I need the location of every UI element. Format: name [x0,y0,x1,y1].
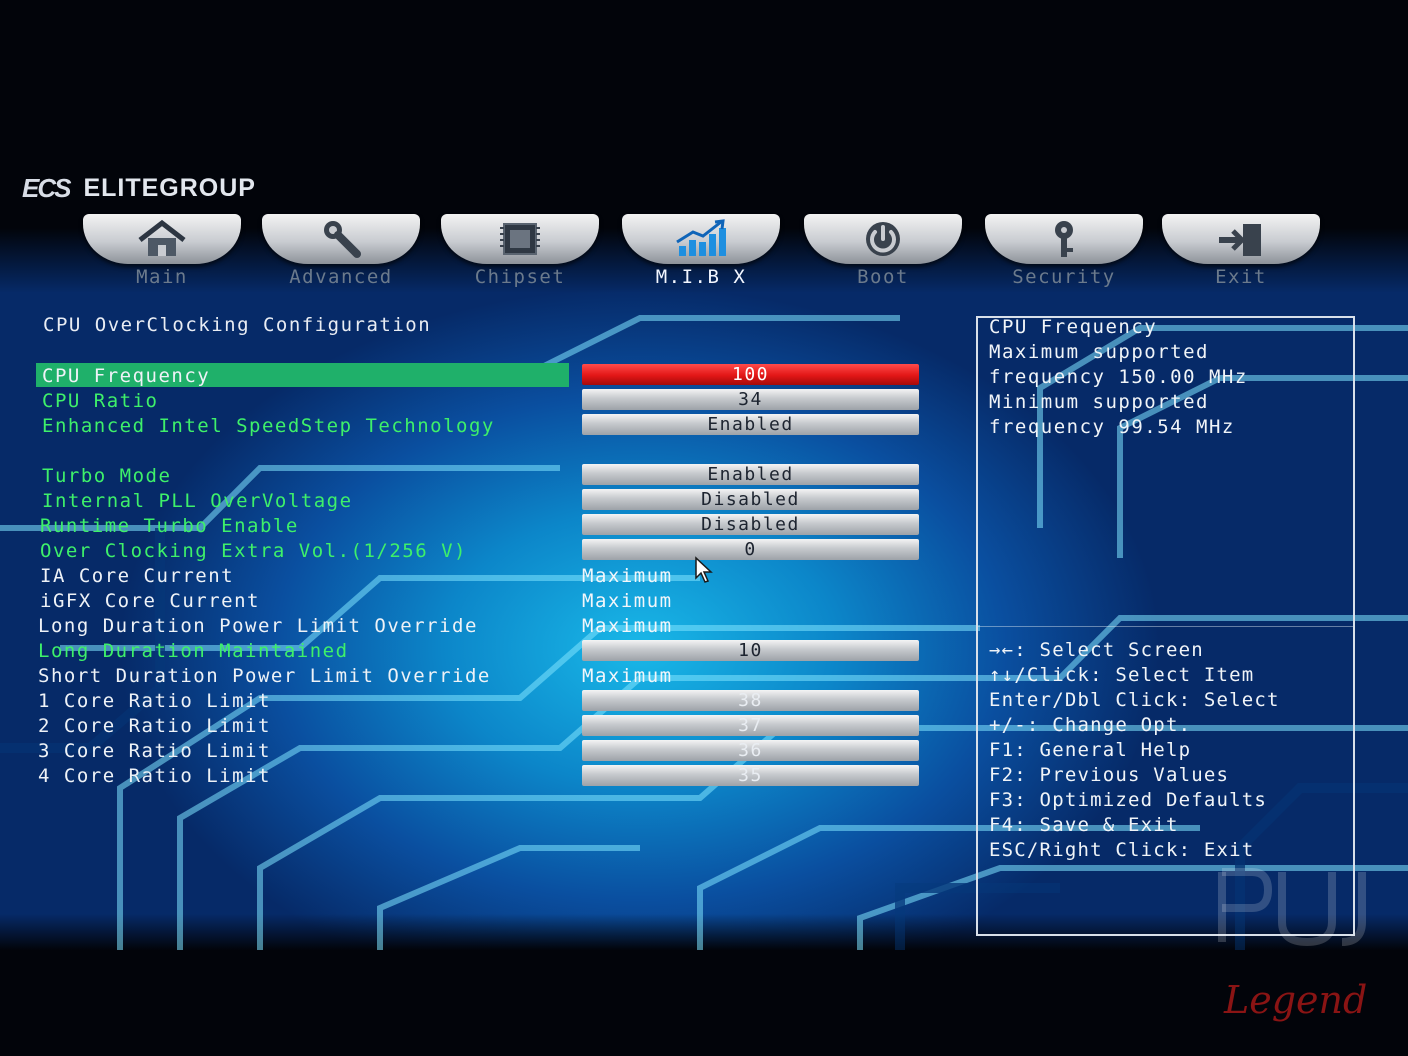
value-4-core-ratio: 35 [582,765,919,786]
key-hint-select-item: ↑↓/Click: Select Item [989,664,1255,686]
value-1-core-ratio: 38 [582,690,919,711]
tab-label: Advanced [289,266,393,288]
setting-label-cpu-ratio[interactable]: CPU Ratio [42,389,158,413]
tab-chipset[interactable]: Chipset [441,214,599,296]
setting-label-speedstep[interactable]: Enhanced Intel SpeedStep Technology [42,414,495,438]
help-text-line: Maximum supported [989,341,1209,363]
ecs-logo: ECS ELITEGROUP [22,168,256,208]
key-icon [1055,221,1073,257]
tab-mibx[interactable]: M.I.B X [622,214,780,296]
tab-label: Chipset [474,266,566,288]
section-title: CPU OverClocking Configuration [43,314,432,336]
help-text-line: Minimum supported [989,391,1209,413]
setting-label-long-duration-maintained[interactable]: Long Duration Maintained [38,639,349,663]
setting-label-cpu-frequency[interactable]: CPU Frequency [42,364,210,388]
value-oc-extra-vol[interactable]: 0 [582,539,919,560]
home-icon [138,219,186,256]
help-divider [978,626,1353,627]
value-speedstep[interactable]: Enabled [582,414,919,435]
key-hint-select-screen: →←: Select Screen [989,639,1204,661]
value-cpu-frequency[interactable]: 100 [582,364,919,385]
tab-exit[interactable]: Exit [1162,214,1320,296]
setting-label-4-core-ratio: 4 Core Ratio Limit [38,765,271,787]
setting-label-short-duration-override: Short Duration Power Limit Override [38,665,491,687]
setting-label-pll-overvoltage[interactable]: Internal PLL OverVoltage [42,489,353,513]
setting-label-turbo-mode[interactable]: Turbo Mode [42,464,171,488]
key-hint-optimized-defaults: F3: Optimized Defaults [989,789,1268,811]
key-hint-general-help: F1: General Help [989,739,1192,761]
key-hint-exit: ESC/Right Click: Exit [989,839,1255,861]
help-text-line: frequency 150.00 MHz [989,366,1248,388]
help-text-line: frequency 99.54 MHz [989,416,1235,438]
value-igfx-core-current: Maximum [582,590,673,612]
wrench-icon [324,221,361,258]
key-hint-change-opt: +/-: Change Opt. [989,714,1192,736]
key-hint-save-exit: F4: Save & Exit [989,814,1179,836]
setting-label-long-duration-override: Long Duration Power Limit Override [38,615,478,637]
value-short-duration-override: Maximum [582,665,673,687]
tab-label: M.I.B X [655,266,747,288]
chip-icon [500,223,540,255]
tab-advanced[interactable]: Advanced [262,214,420,296]
value-ia-core-current: Maximum [582,565,673,587]
brand-name: ELITEGROUP [83,173,256,202]
setting-label-3-core-ratio: 3 Core Ratio Limit [38,740,271,762]
setting-label-oc-extra-vol[interactable]: Over Clocking Extra Vol.(1/256 V) [40,539,467,563]
value-pll-overvoltage[interactable]: Disabled [582,489,919,510]
tab-label: Security [1012,266,1116,288]
mouse-pointer-icon [695,556,713,583]
value-2-core-ratio: 37 [582,715,919,736]
setting-label-runtime-turbo[interactable]: Runtime Turbo Enable [40,514,299,538]
tab-label: Main [136,266,188,288]
tab-main[interactable]: Main [83,214,241,296]
key-hint-select: Enter/Dbl Click: Select [989,689,1280,711]
value-runtime-turbo[interactable]: Disabled [582,514,919,535]
setting-label-2-core-ratio: 2 Core Ratio Limit [38,715,271,737]
setting-label-ia-core-current: IA Core Current [40,565,235,587]
watermark-text: Legend [1224,978,1368,1022]
value-long-duration-override: Maximum [582,615,673,637]
tab-boot[interactable]: Boot [804,214,962,296]
value-turbo-mode[interactable]: Enabled [582,464,919,485]
exit-door-icon [1219,224,1261,256]
setting-label-igfx-core-current: iGFX Core Current [40,590,260,612]
chart-up-icon [676,219,726,256]
tab-label: Boot [857,266,909,288]
bios-screen: ECS ELITEGROUP Main Advanced Chipset M.I… [0,0,1408,1056]
help-text-line: CPU Frequency [989,316,1158,338]
key-hint-previous-values: F2: Previous Values [989,764,1230,786]
value-3-core-ratio: 36 [582,740,919,761]
tab-security[interactable]: Security [985,214,1143,296]
setting-label-1-core-ratio: 1 Core Ratio Limit [38,690,271,712]
tab-label: Exit [1215,266,1267,288]
power-icon [866,222,900,256]
value-long-duration-maintained[interactable]: 10 [582,640,919,661]
value-cpu-ratio[interactable]: 34 [582,389,919,410]
ecs-logo-mark: ECS [22,172,71,203]
